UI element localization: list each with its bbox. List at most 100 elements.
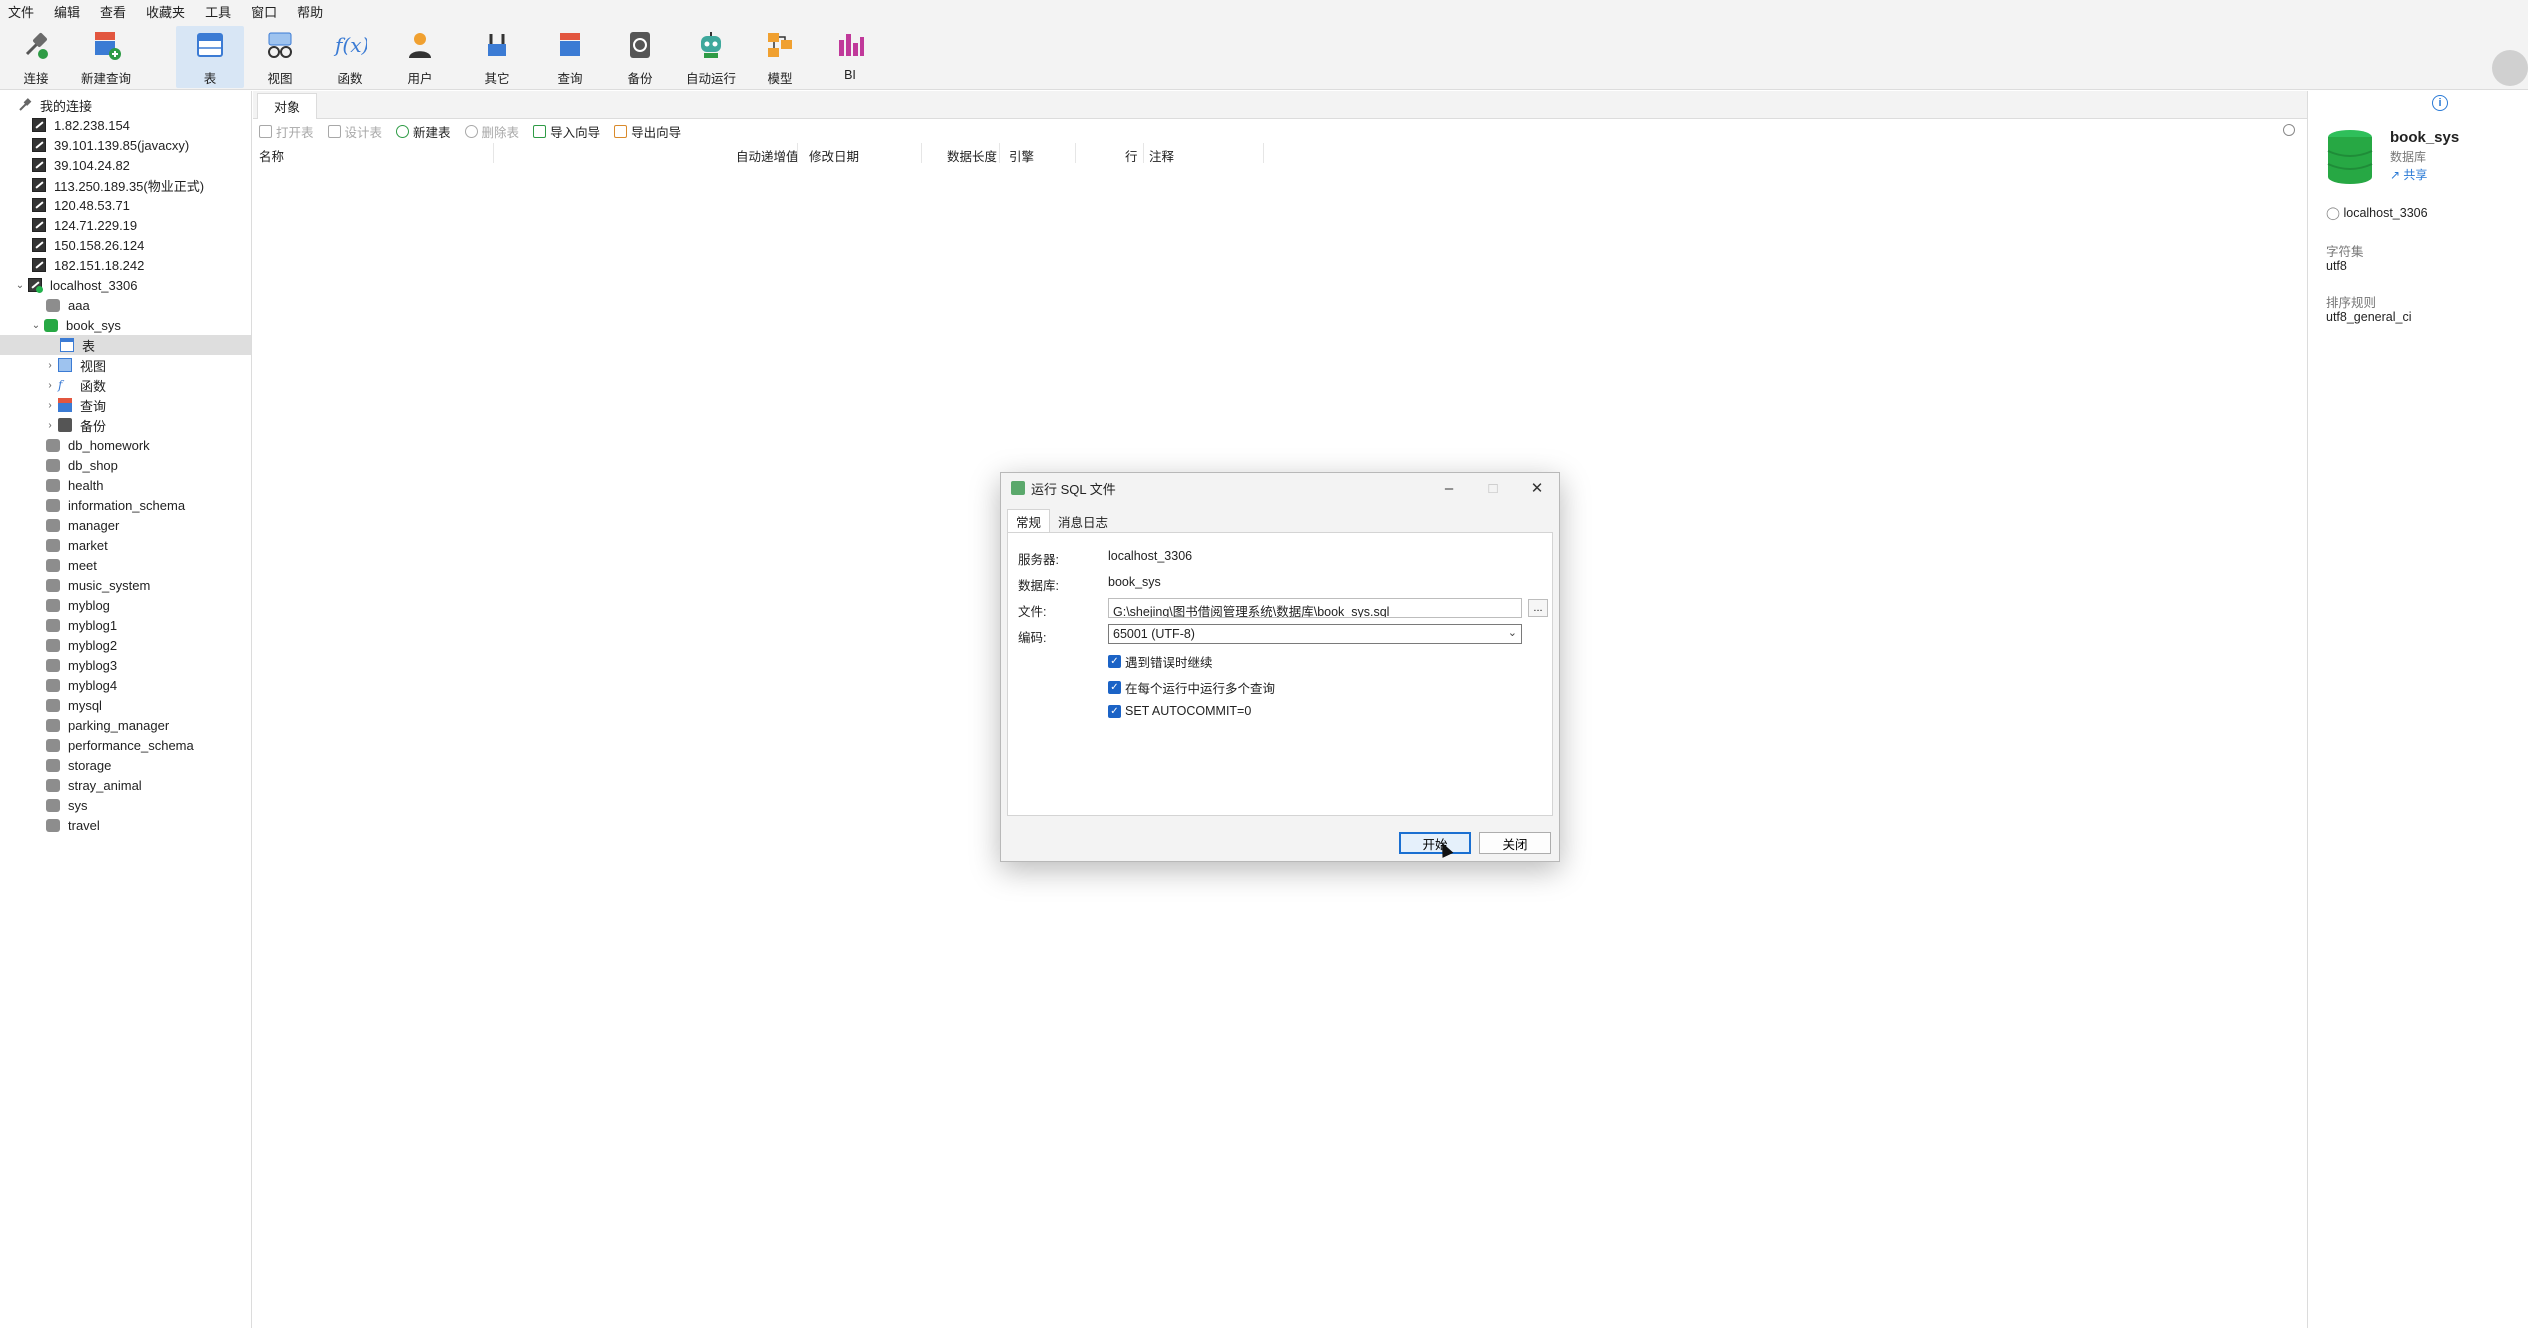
- function-button[interactable]: f(x) 函数: [330, 26, 370, 88]
- menu-view[interactable]: 查看: [96, 2, 142, 21]
- dialog-general-panel: 服务器: localhost_3306 数据库: book_sys 文件: G:…: [1007, 532, 1553, 816]
- tree-database[interactable]: myblog2: [0, 635, 251, 655]
- tree-database[interactable]: meet: [0, 555, 251, 575]
- chevron-down-icon: ⌄: [1507, 627, 1517, 639]
- tree-connection[interactable]: 120.48.53.71: [0, 195, 251, 215]
- chevron-down-icon[interactable]: ⌄: [30, 320, 42, 331]
- file-path-input[interactable]: G:\shejing\图书借阅管理系统\数据库\book_sys.sql: [1108, 598, 1522, 618]
- col-auto-increment[interactable]: 自动递增值: [736, 146, 799, 165]
- menu-window[interactable]: 窗口: [247, 2, 293, 21]
- query-button[interactable]: 查询: [550, 26, 590, 88]
- col-modified[interactable]: 修改日期: [809, 146, 859, 165]
- close-button[interactable]: 关闭: [1479, 832, 1551, 854]
- share-link[interactable]: ↗ 共享: [2390, 166, 2427, 183]
- tree-database[interactable]: manager: [0, 515, 251, 535]
- menu-tools[interactable]: 工具: [201, 2, 247, 21]
- open-table-button[interactable]: 打开表: [259, 122, 314, 141]
- tree-database[interactable]: aaa: [0, 295, 251, 315]
- continue-on-error-checkbox[interactable]: ✓ 遇到错误时继续: [1108, 652, 1213, 671]
- model-button[interactable]: 模型: [760, 26, 800, 88]
- browse-button[interactable]: ...: [1528, 599, 1548, 617]
- import-wizard-button[interactable]: 导入向导: [533, 122, 600, 141]
- tree-connection-open[interactable]: ⌄ localhost_3306: [0, 275, 251, 295]
- col-data-length[interactable]: 数据长度: [947, 146, 997, 165]
- tab-objects[interactable]: 对象: [257, 93, 318, 119]
- tree-database[interactable]: storage: [0, 755, 251, 775]
- chevron-right-icon[interactable]: ›: [44, 380, 56, 391]
- search-icon[interactable]: [2283, 124, 2295, 136]
- tree-database[interactable]: parking_manager: [0, 715, 251, 735]
- tree-database-open[interactable]: ⌄ book_sys: [0, 315, 251, 335]
- info-icon[interactable]: i: [2432, 95, 2448, 111]
- col-name[interactable]: 名称: [259, 146, 284, 165]
- tree-database[interactable]: db_homework: [0, 435, 251, 455]
- col-rows[interactable]: 行: [1125, 146, 1138, 165]
- tree-database[interactable]: health: [0, 475, 251, 495]
- chevron-right-icon[interactable]: ›: [44, 400, 56, 411]
- chevron-right-icon[interactable]: ›: [44, 360, 56, 371]
- tree-database[interactable]: sys: [0, 795, 251, 815]
- export-wizard-button[interactable]: 导出向导: [614, 122, 681, 141]
- tree-connection[interactable]: 150.158.26.124: [0, 235, 251, 255]
- close-icon[interactable]: ✕: [1515, 473, 1559, 503]
- connect-button[interactable]: 连接: [14, 26, 58, 88]
- delete-table-button[interactable]: 删除表: [464, 122, 519, 141]
- tree-item-functions[interactable]: › f 函数: [0, 375, 251, 395]
- tree-database[interactable]: stray_animal: [0, 775, 251, 795]
- menu-edit[interactable]: 编辑: [50, 2, 96, 21]
- tree-root[interactable]: 我的连接: [0, 95, 251, 115]
- col-comment[interactable]: 注释: [1149, 146, 1174, 165]
- tree-database[interactable]: music_system: [0, 575, 251, 595]
- tree-database[interactable]: myblog: [0, 595, 251, 615]
- start-button[interactable]: 开始: [1399, 832, 1471, 854]
- database-icon: [46, 718, 60, 732]
- tree-database[interactable]: myblog4: [0, 675, 251, 695]
- tree-database[interactable]: myblog3: [0, 655, 251, 675]
- minimize-button[interactable]: –: [1427, 473, 1471, 503]
- checkbox-checked-icon: ✓: [1108, 655, 1121, 668]
- bi-button[interactable]: BI: [830, 26, 870, 88]
- tree-item-backups[interactable]: › 备份: [0, 415, 251, 435]
- encoding-select[interactable]: 65001 (UTF-8) ⌄: [1108, 624, 1522, 644]
- tree-connection[interactable]: 39.104.24.82: [0, 155, 251, 175]
- tree-database[interactable]: performance_schema: [0, 735, 251, 755]
- tree-item-views[interactable]: › 视图: [0, 355, 251, 375]
- new-query-button[interactable]: 新建查询: [78, 26, 134, 88]
- dialog-titlebar[interactable]: 运行 SQL 文件 – □ ✕: [1001, 473, 1559, 503]
- backup-button[interactable]: 备份: [620, 26, 660, 88]
- autocommit-checkbox[interactable]: ✓ SET AUTOCOMMIT=0: [1108, 704, 1251, 718]
- tree-item-queries[interactable]: › 查询: [0, 395, 251, 415]
- tree-connection[interactable]: 182.151.18.242: [0, 255, 251, 275]
- tree-database[interactable]: travel: [0, 815, 251, 835]
- user-avatar[interactable]: [2492, 50, 2528, 86]
- tree-database[interactable]: market: [0, 535, 251, 555]
- tree-connection[interactable]: 124.71.229.19: [0, 215, 251, 235]
- col-engine[interactable]: 引擎: [1009, 146, 1034, 165]
- menu-file[interactable]: 文件: [4, 2, 50, 21]
- chevron-down-icon[interactable]: ⌄: [14, 280, 26, 291]
- tree-database[interactable]: myblog1: [0, 615, 251, 635]
- tree-database[interactable]: db_shop: [0, 455, 251, 475]
- tree-connection[interactable]: 113.250.189.35(物业正式): [0, 175, 251, 195]
- tab-general[interactable]: 常规: [1007, 509, 1051, 533]
- user-button[interactable]: 用户: [400, 26, 440, 88]
- tree-connection[interactable]: 39.101.139.85(javacxy): [0, 135, 251, 155]
- other-button[interactable]: 其它: [472, 26, 522, 88]
- table-button[interactable]: 表: [176, 26, 244, 88]
- new-table-button[interactable]: 新建表: [396, 122, 451, 141]
- tree-database[interactable]: information_schema: [0, 495, 251, 515]
- chevron-right-icon[interactable]: ›: [44, 420, 56, 431]
- menu-favorites[interactable]: 收藏夹: [142, 2, 201, 21]
- menu-help[interactable]: 帮助: [293, 2, 339, 21]
- plug-icon: [19, 28, 53, 62]
- tree-connection[interactable]: 1.82.238.154: [0, 115, 251, 135]
- backup-icon: [58, 418, 72, 432]
- automation-button[interactable]: 自动运行: [684, 26, 738, 88]
- tree-database[interactable]: mysql: [0, 695, 251, 715]
- design-table-button[interactable]: 设计表: [327, 122, 382, 141]
- tree-item-tables[interactable]: 表: [0, 335, 251, 355]
- view-button[interactable]: 视图: [260, 26, 300, 88]
- multiple-queries-checkbox[interactable]: ✓ 在每个运行中运行多个查询: [1108, 678, 1275, 697]
- maximize-button[interactable]: □: [1471, 473, 1515, 503]
- tab-message-log[interactable]: 消息日志: [1050, 509, 1116, 533]
